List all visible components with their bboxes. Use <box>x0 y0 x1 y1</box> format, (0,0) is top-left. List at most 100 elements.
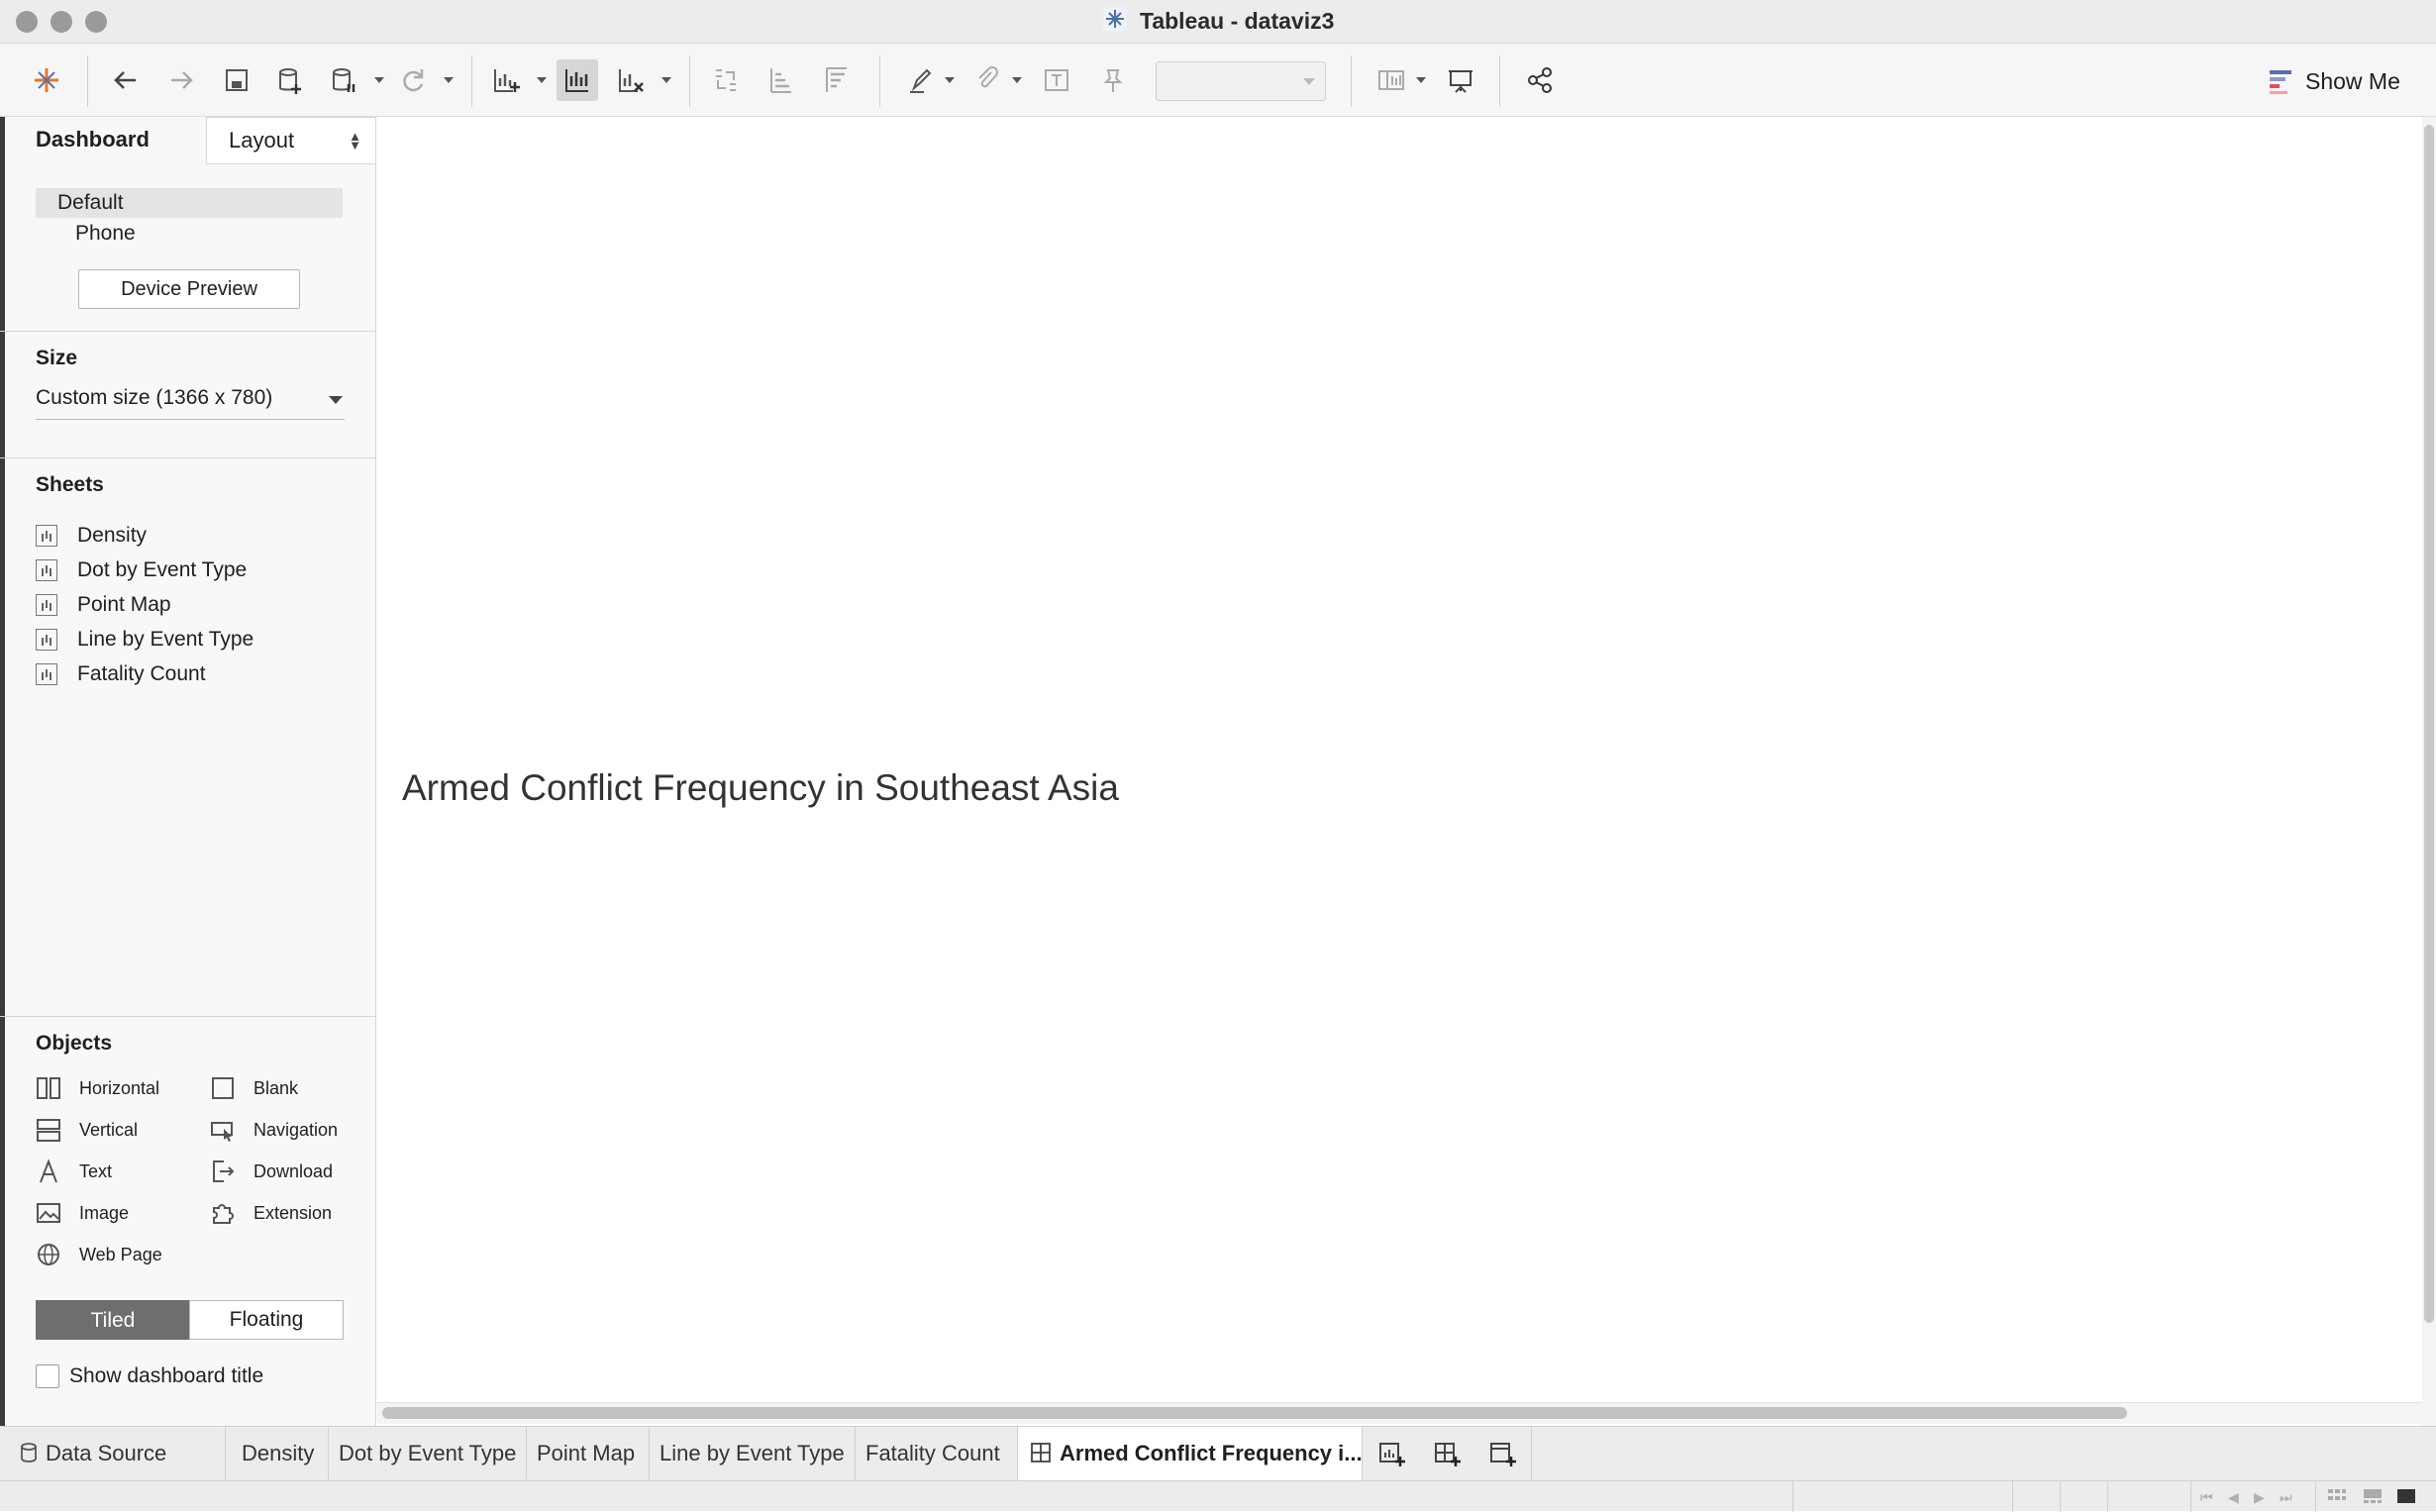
size-dropdown-value: Custom size (1366 x 780) <box>36 386 273 409</box>
device-phone[interactable]: Phone <box>36 219 136 249</box>
show-me-button[interactable]: Show Me <box>2268 63 2400 99</box>
object-web-page[interactable]: Web Page <box>36 1238 162 1271</box>
highlight-icon[interactable] <box>899 59 941 101</box>
vertical-scrollbar-thumb[interactable] <box>2424 125 2434 1323</box>
image-object-icon <box>37 1203 60 1223</box>
new-worksheet-icon[interactable] <box>485 59 527 101</box>
tab-layout[interactable]: Layout ▲ ▼ <box>206 117 376 164</box>
download-object-icon <box>213 1160 235 1182</box>
section-divider <box>0 331 376 332</box>
tiled-toggle[interactable]: Tiled <box>36 1300 190 1340</box>
show-cards-icon[interactable] <box>1370 59 1412 101</box>
tab-point-map[interactable]: Point Map <box>527 1427 650 1481</box>
object-extension[interactable]: Extension <box>210 1196 332 1230</box>
object-blank[interactable]: Blank <box>210 1071 298 1105</box>
previous-sheet-icon[interactable]: ◀ <box>2228 1489 2239 1506</box>
tab-dot-by-event-type[interactable]: Dot by Event Type <box>329 1427 527 1481</box>
tab-data-source[interactable]: Data Source <box>0 1427 226 1481</box>
show-filmstrip-icon[interactable] <box>2363 1488 2383 1504</box>
sort-descending-icon[interactable] <box>816 59 858 101</box>
toolbar-separator <box>87 55 88 107</box>
tab-density[interactable]: Density <box>226 1427 329 1481</box>
horizontal-scrollbar-thumb[interactable] <box>382 1407 2127 1419</box>
sheet-item-fatality-count[interactable]: Fatality Count <box>36 657 206 691</box>
tab-dashboard[interactable]: Dashboard <box>20 117 206 164</box>
show-sheet-sorter-icon[interactable] <box>2327 1488 2347 1504</box>
sort-ascending-icon[interactable] <box>761 59 802 101</box>
object-download[interactable]: Download <box>210 1155 333 1188</box>
objects-heading: Objects <box>36 1032 113 1055</box>
sheet-item-label: Point Map <box>77 593 171 616</box>
share-icon[interactable] <box>1519 59 1561 101</box>
refresh-dropdown-caret-icon[interactable] <box>444 77 454 83</box>
undo-icon[interactable] <box>105 59 147 101</box>
tab-line-by-event-type[interactable]: Line by Event Type <box>650 1427 856 1481</box>
tab-separator <box>1531 1427 1532 1481</box>
duplicate-sheet-icon[interactable] <box>557 59 598 101</box>
object-label: Download <box>254 1160 334 1181</box>
new-data-source-icon[interactable] <box>269 59 311 101</box>
dashboard-icon <box>1031 1443 1051 1462</box>
size-dropdown[interactable]: Custom size (1366 x 780) <box>36 386 345 420</box>
group-caret-icon[interactable] <box>1012 77 1022 83</box>
database-icon <box>21 1443 37 1462</box>
presentation-mode-icon[interactable] <box>1440 59 1481 101</box>
object-navigation[interactable]: Navigation <box>210 1113 338 1147</box>
object-vertical[interactable]: Vertical <box>36 1113 138 1147</box>
show-cards-caret-icon[interactable] <box>1416 77 1426 83</box>
window-left-edge <box>0 117 5 1426</box>
fix-axes-pin-icon[interactable] <box>1091 59 1133 101</box>
last-sheet-icon[interactable]: ⏭ <box>2280 1489 2292 1506</box>
first-sheet-icon[interactable]: ⏮ <box>2200 1489 2213 1506</box>
status-separator <box>2107 1481 2108 1512</box>
device-default[interactable]: Default <box>36 188 343 218</box>
show-tabs-icon[interactable] <box>2396 1488 2416 1504</box>
device-preview-button[interactable]: Device Preview <box>78 269 300 309</box>
status-separator <box>2190 1481 2191 1512</box>
show-mark-labels-icon[interactable] <box>1036 59 1077 101</box>
object-image[interactable]: Image <box>36 1196 129 1230</box>
sheet-item-line-by-event-type[interactable]: Line by Event Type <box>36 623 254 656</box>
toolbar-separator <box>689 55 690 107</box>
new-worksheet-tab-icon[interactable] <box>1376 1439 1408 1470</box>
refresh-icon[interactable] <box>392 59 434 101</box>
show-dashboard-title-label: Show dashboard title <box>69 1364 264 1387</box>
swap-rows-columns-icon[interactable] <box>705 59 747 101</box>
next-sheet-icon[interactable]: ▶ <box>2254 1489 2265 1506</box>
object-text[interactable]: Text <box>36 1155 112 1188</box>
clear-sheet-caret-icon[interactable] <box>661 77 671 83</box>
fit-dropdown[interactable] <box>1156 61 1326 101</box>
status-separator <box>1792 1481 1793 1512</box>
sheet-item-dot-by-event-type[interactable]: Dot by Event Type <box>36 554 247 587</box>
pause-updates-icon[interactable] <box>323 59 364 101</box>
new-story-tab-icon[interactable] <box>1487 1439 1519 1470</box>
highlight-caret-icon[interactable] <box>945 77 955 83</box>
pause-dropdown-caret-icon[interactable] <box>374 77 384 83</box>
object-label: Horizontal <box>79 1077 160 1098</box>
worksheet-icon <box>36 629 57 651</box>
new-dashboard-tab-icon[interactable] <box>1432 1439 1464 1470</box>
object-horizontal[interactable]: Horizontal <box>36 1071 159 1105</box>
floating-toggle[interactable]: Floating <box>189 1300 344 1340</box>
toolbar-separator <box>879 55 880 107</box>
tab-layout-label: Layout <box>229 128 295 152</box>
object-label: Blank <box>254 1077 299 1098</box>
clear-sheet-icon[interactable] <box>610 59 652 101</box>
save-icon[interactable] <box>216 59 257 101</box>
worksheet-icon <box>36 594 57 616</box>
sheet-item-density[interactable]: Density <box>36 519 147 553</box>
group-members-icon[interactable] <box>966 59 1008 101</box>
tab-fatality-count[interactable]: Fatality Count <box>856 1427 1018 1481</box>
dashboard-title-text[interactable]: Armed Conflict Frequency in Southeast As… <box>402 767 1119 809</box>
horizontal-container-icon <box>37 1077 60 1099</box>
tab-label: Data Source <box>46 1441 167 1465</box>
show-dashboard-title-checkbox[interactable] <box>36 1364 59 1388</box>
tableau-logo-icon[interactable] <box>26 59 67 101</box>
redo-icon[interactable] <box>160 59 202 101</box>
worksheet-icon <box>36 663 57 685</box>
new-worksheet-caret-icon[interactable] <box>537 77 547 83</box>
show-me-icon <box>2270 70 2291 94</box>
sheet-item-label: Dot by Event Type <box>77 558 248 581</box>
tab-armed-conflict-dashboard[interactable]: Armed Conflict Frequency i... <box>1018 1427 1363 1481</box>
sheet-item-point-map[interactable]: Point Map <box>36 588 171 622</box>
